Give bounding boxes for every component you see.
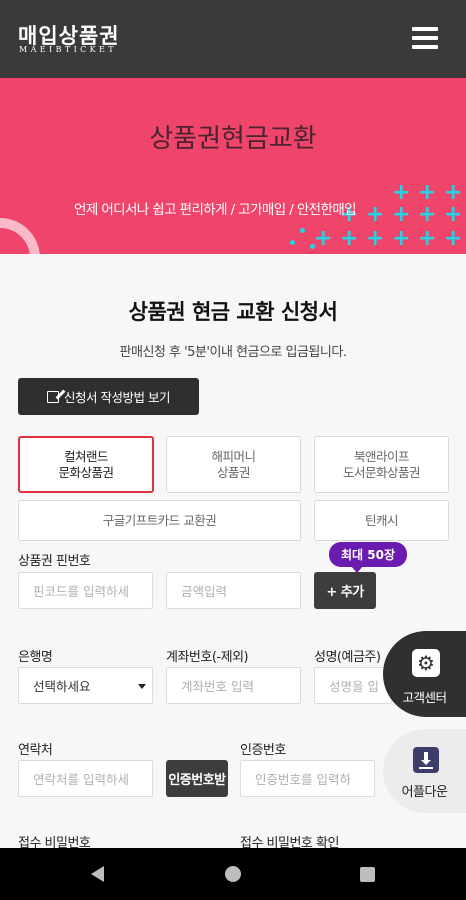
form-title: 상품권 현금 교환 신청서	[128, 300, 338, 324]
decorative-circle	[0, 218, 40, 254]
name-input[interactable]: 성명을 입	[314, 667, 392, 704]
chevron-down-icon	[138, 684, 146, 689]
guide-button[interactable]: 신청서 작성방법 보기	[18, 378, 199, 415]
customer-center-button[interactable]: ⚙ 고객센터	[383, 631, 466, 717]
gear-icon: ⚙	[412, 649, 440, 677]
voucher-option-label: 구글기프트카드 교환권	[102, 512, 217, 528]
voucher-option-google-giftcard[interactable]: 구글기프트카드 교환권	[18, 500, 301, 541]
hero-banner: 상품권현금교환 언제 어디서나 쉽고 편리하게 / 고가매입 / 안전한매입 +…	[0, 78, 466, 254]
auth-input[interactable]: 인증번호를 입력하	[240, 760, 375, 797]
home-icon[interactable]	[225, 866, 241, 882]
voucher-option-label: 상품권	[216, 464, 251, 480]
voucher-option-happymoney[interactable]: 해피머니 상품권	[166, 436, 301, 493]
account-label: 계좌번호(-제외)	[166, 650, 249, 665]
bank-select[interactable]: 선택하세요	[18, 667, 153, 704]
system-navigation-bar	[0, 848, 466, 900]
account-input[interactable]: 계좌번호 입력	[166, 667, 301, 704]
voucher-option-booknlife[interactable]: 북앤라이프 도서문화상품권	[314, 436, 449, 493]
top-bar: 매입상품권 MAEIBTICKET	[0, 0, 466, 78]
add-pin-button[interactable]: + 추가	[314, 572, 376, 609]
back-icon[interactable]	[91, 866, 104, 882]
name-label: 성명(예금주)	[314, 650, 381, 665]
auth-label: 인증번호	[240, 743, 286, 758]
voucher-option-label: 문화상품권	[58, 464, 114, 480]
form-subtitle: 판매신청 후 '5분'이내 현금으로 입금됩니다.	[119, 345, 347, 360]
amount-input[interactable]: 금액입력	[166, 572, 301, 609]
hamburger-menu-icon[interactable]	[412, 27, 438, 49]
edit-icon	[47, 390, 60, 403]
pin-input[interactable]: 핀코드를 입력하세	[18, 572, 153, 609]
download-icon-bar	[419, 767, 433, 769]
download-icon	[413, 747, 439, 773]
voucher-option-label: 해피머니	[211, 448, 256, 464]
voucher-option-label: 북앤라이프	[353, 448, 410, 464]
bank-label: 은행명	[18, 650, 53, 665]
contact-label: 연락처	[18, 743, 53, 758]
pin-label: 상품권 핀번호	[18, 554, 91, 569]
logo-subtext: MAEIBTICKET	[19, 45, 118, 54]
bank-select-value: 선택하세요	[33, 679, 91, 694]
voucher-option-label: 컬쳐랜드	[63, 448, 109, 464]
recent-apps-icon[interactable]	[360, 867, 375, 882]
contact-input[interactable]: 연락처를 입력하세	[18, 760, 153, 797]
voucher-option-cultureland[interactable]: 컬쳐랜드 문화상품권	[18, 436, 154, 493]
hero-title: 상품권현금교환	[149, 124, 317, 154]
voucher-option-label: 틴캐시	[364, 512, 399, 528]
hero-subtitle: 언제 어디서나 쉽고 편리하게 / 고가매입 / 안전한매입	[74, 202, 357, 218]
max-badge: 최대 50장	[329, 542, 407, 573]
app-download-button[interactable]: 어플다운	[383, 729, 466, 813]
request-auth-button[interactable]: 인증번호받	[166, 760, 228, 797]
voucher-option-teencash[interactable]: 틴캐시	[314, 500, 449, 541]
customer-center-label: 고객센터	[402, 690, 447, 705]
guide-button-label: 신청서 작성방법 보기	[64, 390, 170, 405]
voucher-option-label: 도서문화상품권	[342, 464, 421, 480]
app-download-label: 어플다운	[401, 785, 448, 800]
